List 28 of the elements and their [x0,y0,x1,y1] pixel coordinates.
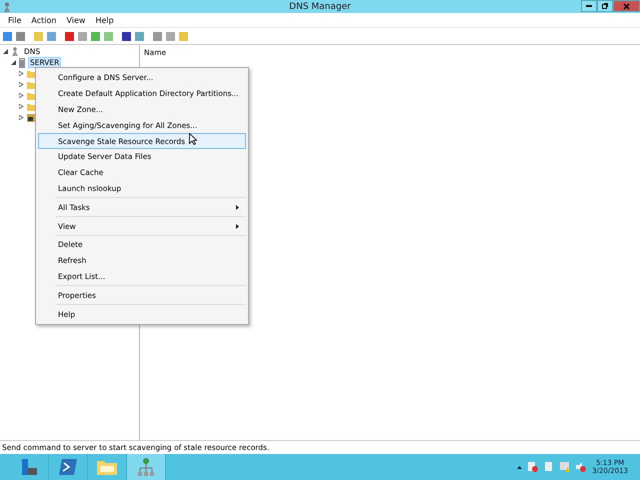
powershell-icon [59,459,77,475]
menu-item[interactable]: View [61,16,90,24]
window-title: DNS Manager [289,2,351,12]
menu-item[interactable]: Help [90,16,119,24]
minimize-icon [586,5,592,7]
expand-arrow-icon[interactable] [19,82,24,87]
app-icon [3,2,11,12]
log-icon [27,114,35,122]
close-icon [623,2,630,10]
minimize-button[interactable] [581,0,597,12]
restore-button[interactable] [597,0,613,12]
restore-icon [602,3,608,9]
expand-arrow-icon[interactable] [19,104,24,109]
expand-arrow-icon[interactable] [19,115,24,120]
menu-item[interactable]: File [3,16,26,24]
mouse-cursor-icon [189,133,197,145]
taskbar-button[interactable] [127,454,166,480]
dns-icon [11,47,19,56]
expand-arrow-icon[interactable] [11,60,16,65]
network-icon [138,458,154,476]
expand-arrow-icon[interactable] [19,71,24,76]
volume-muted-icon[interactable] [576,462,586,472]
expand-arrow-icon[interactable] [19,93,24,98]
menu-item[interactable]: Action [26,16,62,24]
tray-arrow-icon[interactable] [517,466,522,468]
close-button[interactable] [613,0,640,12]
server-alert-icon[interactable] [528,462,538,472]
expand-arrow-icon[interactable] [3,49,8,54]
